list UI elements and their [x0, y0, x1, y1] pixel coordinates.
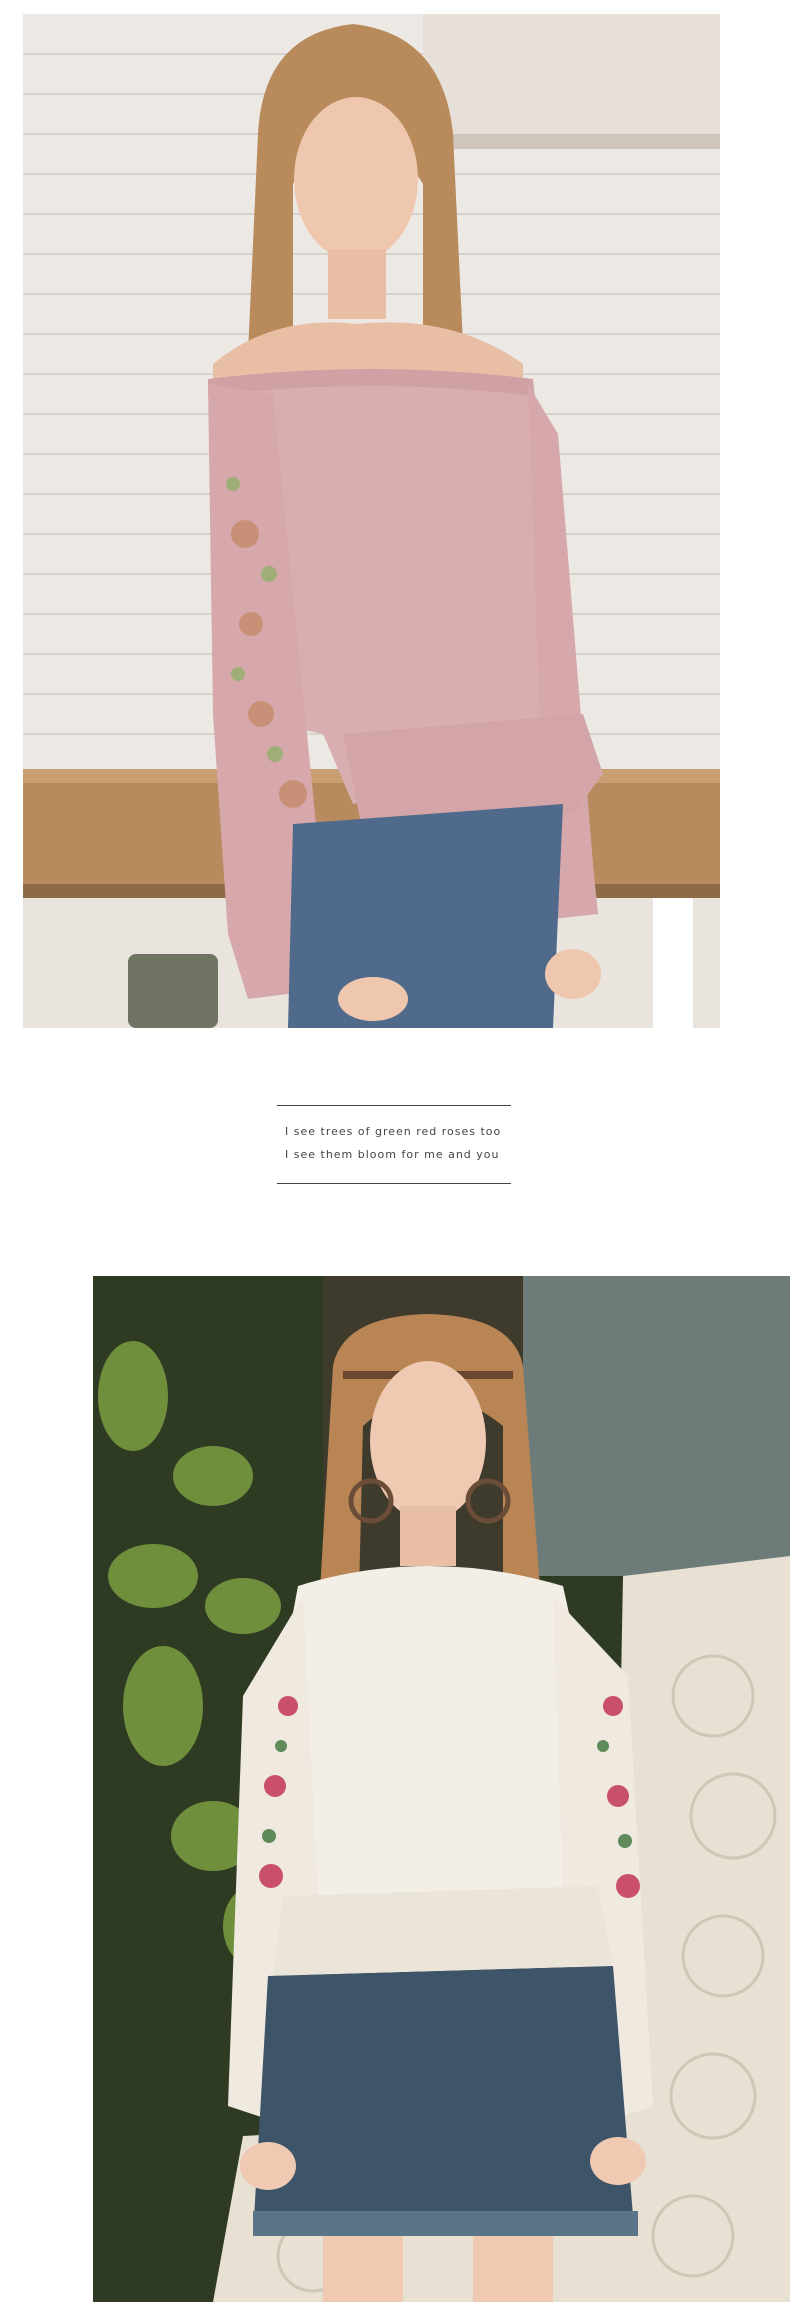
product-photo-white-blouse — [93, 1276, 790, 2302]
white-blouse-illustration — [93, 1276, 790, 2302]
quote-line-1: I see trees of green red roses too — [285, 1125, 502, 1138]
quote-block: I see trees of green red roses too I see… — [277, 1103, 511, 1184]
quote-bottom-rule — [277, 1183, 511, 1184]
product-photo-pink-blouse — [23, 14, 720, 1028]
quote-line-2: I see them bloom for me and you — [285, 1148, 500, 1161]
quote-top-rule — [277, 1105, 511, 1106]
pink-blouse-illustration — [23, 14, 720, 1028]
